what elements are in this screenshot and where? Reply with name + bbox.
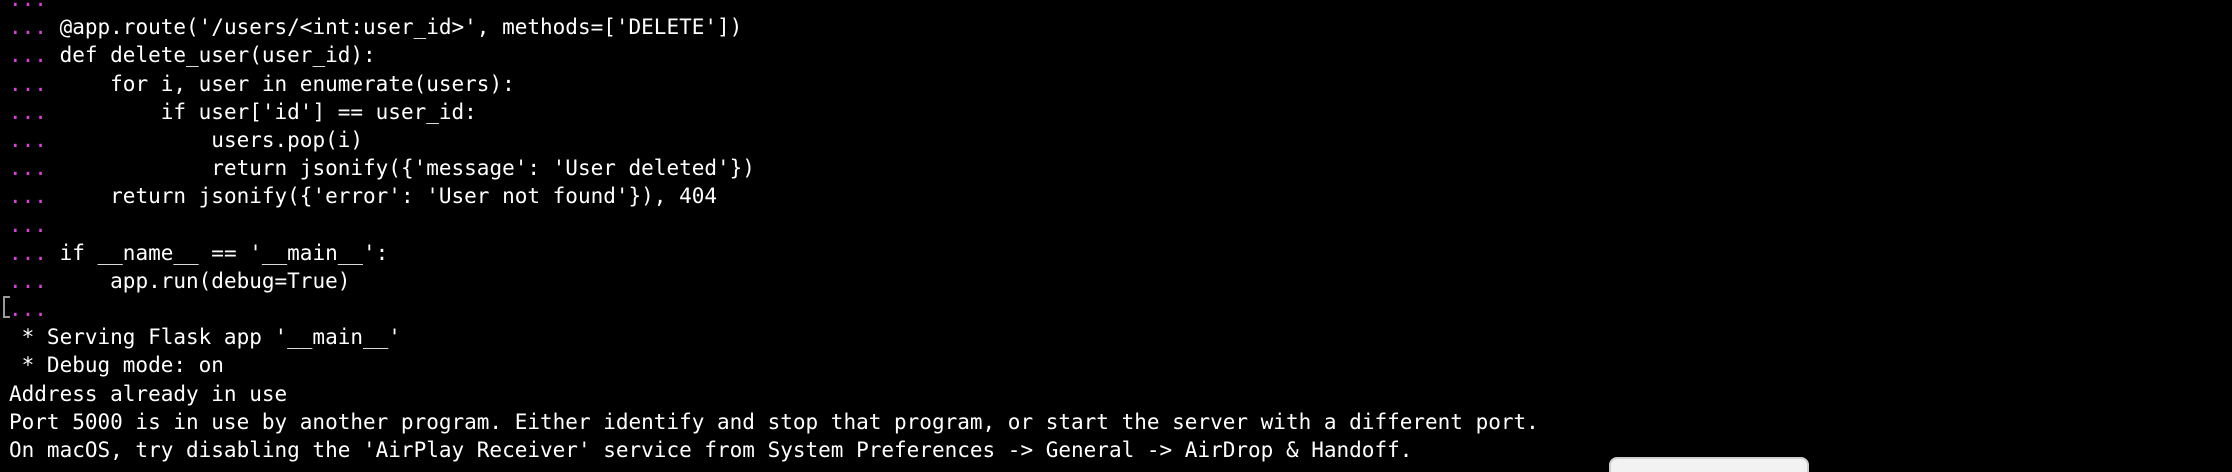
continuation-prompt: ...: [9, 184, 47, 209]
line-marker: [3, 296, 10, 318]
terminal-line: ... return jsonify({'message': 'User del…: [9, 154, 1539, 182]
terminal-line: ... if __name__ == '__main__':: [9, 239, 1539, 267]
terminal-line: ...: [9, 295, 1539, 323]
output-text: * Serving Flask app '__main__': [9, 325, 401, 350]
continuation-prompt: ...: [9, 15, 47, 40]
terminal-output: ... ... @app.route('/users/<int:user_id>…: [9, 0, 1539, 464]
continuation-prompt: ...: [9, 212, 47, 237]
terminal-line: ... if user['id'] == user_id:: [9, 98, 1539, 126]
terminal-line: ... users.pop(i): [9, 126, 1539, 154]
terminal-line: * Serving Flask app '__main__': [9, 323, 1539, 351]
continuation-prompt: ...: [9, 71, 47, 96]
output-text: * Debug mode: on: [9, 353, 224, 378]
output-text: Address already in use: [9, 381, 288, 406]
continuation-prompt: ...: [9, 156, 47, 181]
continuation-prompt: ...: [9, 0, 47, 11]
terminal-line: On macOS, try disabling the 'AirPlay Rec…: [9, 436, 1539, 464]
terminal-line: ... def delete_user(user_id):: [9, 41, 1539, 69]
continuation-prompt: ...: [9, 240, 47, 265]
code-text: def delete_user(user_id):: [46, 43, 376, 68]
output-text: On macOS, try disabling the 'AirPlay Rec…: [9, 438, 1413, 462]
continuation-prompt: ...: [9, 297, 47, 322]
terminal-window[interactable]: ... ... @app.route('/users/<int:user_id>…: [0, 0, 2232, 472]
continuation-prompt: ...: [9, 268, 47, 293]
terminal-line: ... return jsonify({'error': 'User not f…: [9, 182, 1539, 210]
terminal-line: ...: [9, 211, 1539, 239]
code-text: if user['id'] == user_id:: [46, 99, 477, 124]
overlay-popup[interactable]: [1609, 457, 1809, 472]
terminal-line: ... app.run(debug=True): [9, 267, 1539, 295]
terminal-line: ... for i, user in enumerate(users):: [9, 70, 1539, 98]
code-text: app.run(debug=True): [46, 268, 351, 293]
terminal-line: ...: [9, 0, 1539, 13]
terminal-line: * Debug mode: on: [9, 351, 1539, 379]
terminal-line: Address already in use: [9, 380, 1539, 408]
code-text: return jsonify({'message': 'User deleted…: [46, 156, 755, 181]
output-text: Port 5000 is in use by another program. …: [9, 409, 1539, 434]
code-text: @app.route('/users/<int:user_id>', metho…: [46, 15, 743, 40]
continuation-prompt: ...: [9, 127, 47, 152]
code-text: return jsonify({'error': 'User not found…: [46, 184, 718, 209]
terminal-line: Port 5000 is in use by another program. …: [9, 408, 1539, 436]
terminal-line: ... @app.route('/users/<int:user_id>', m…: [9, 13, 1539, 41]
code-text: users.pop(i): [46, 127, 364, 152]
continuation-prompt: ...: [9, 99, 47, 124]
code-text: for i, user in enumerate(users):: [46, 71, 515, 96]
code-text: if __name__ == '__main__':: [46, 240, 389, 265]
continuation-prompt: ...: [9, 43, 47, 68]
